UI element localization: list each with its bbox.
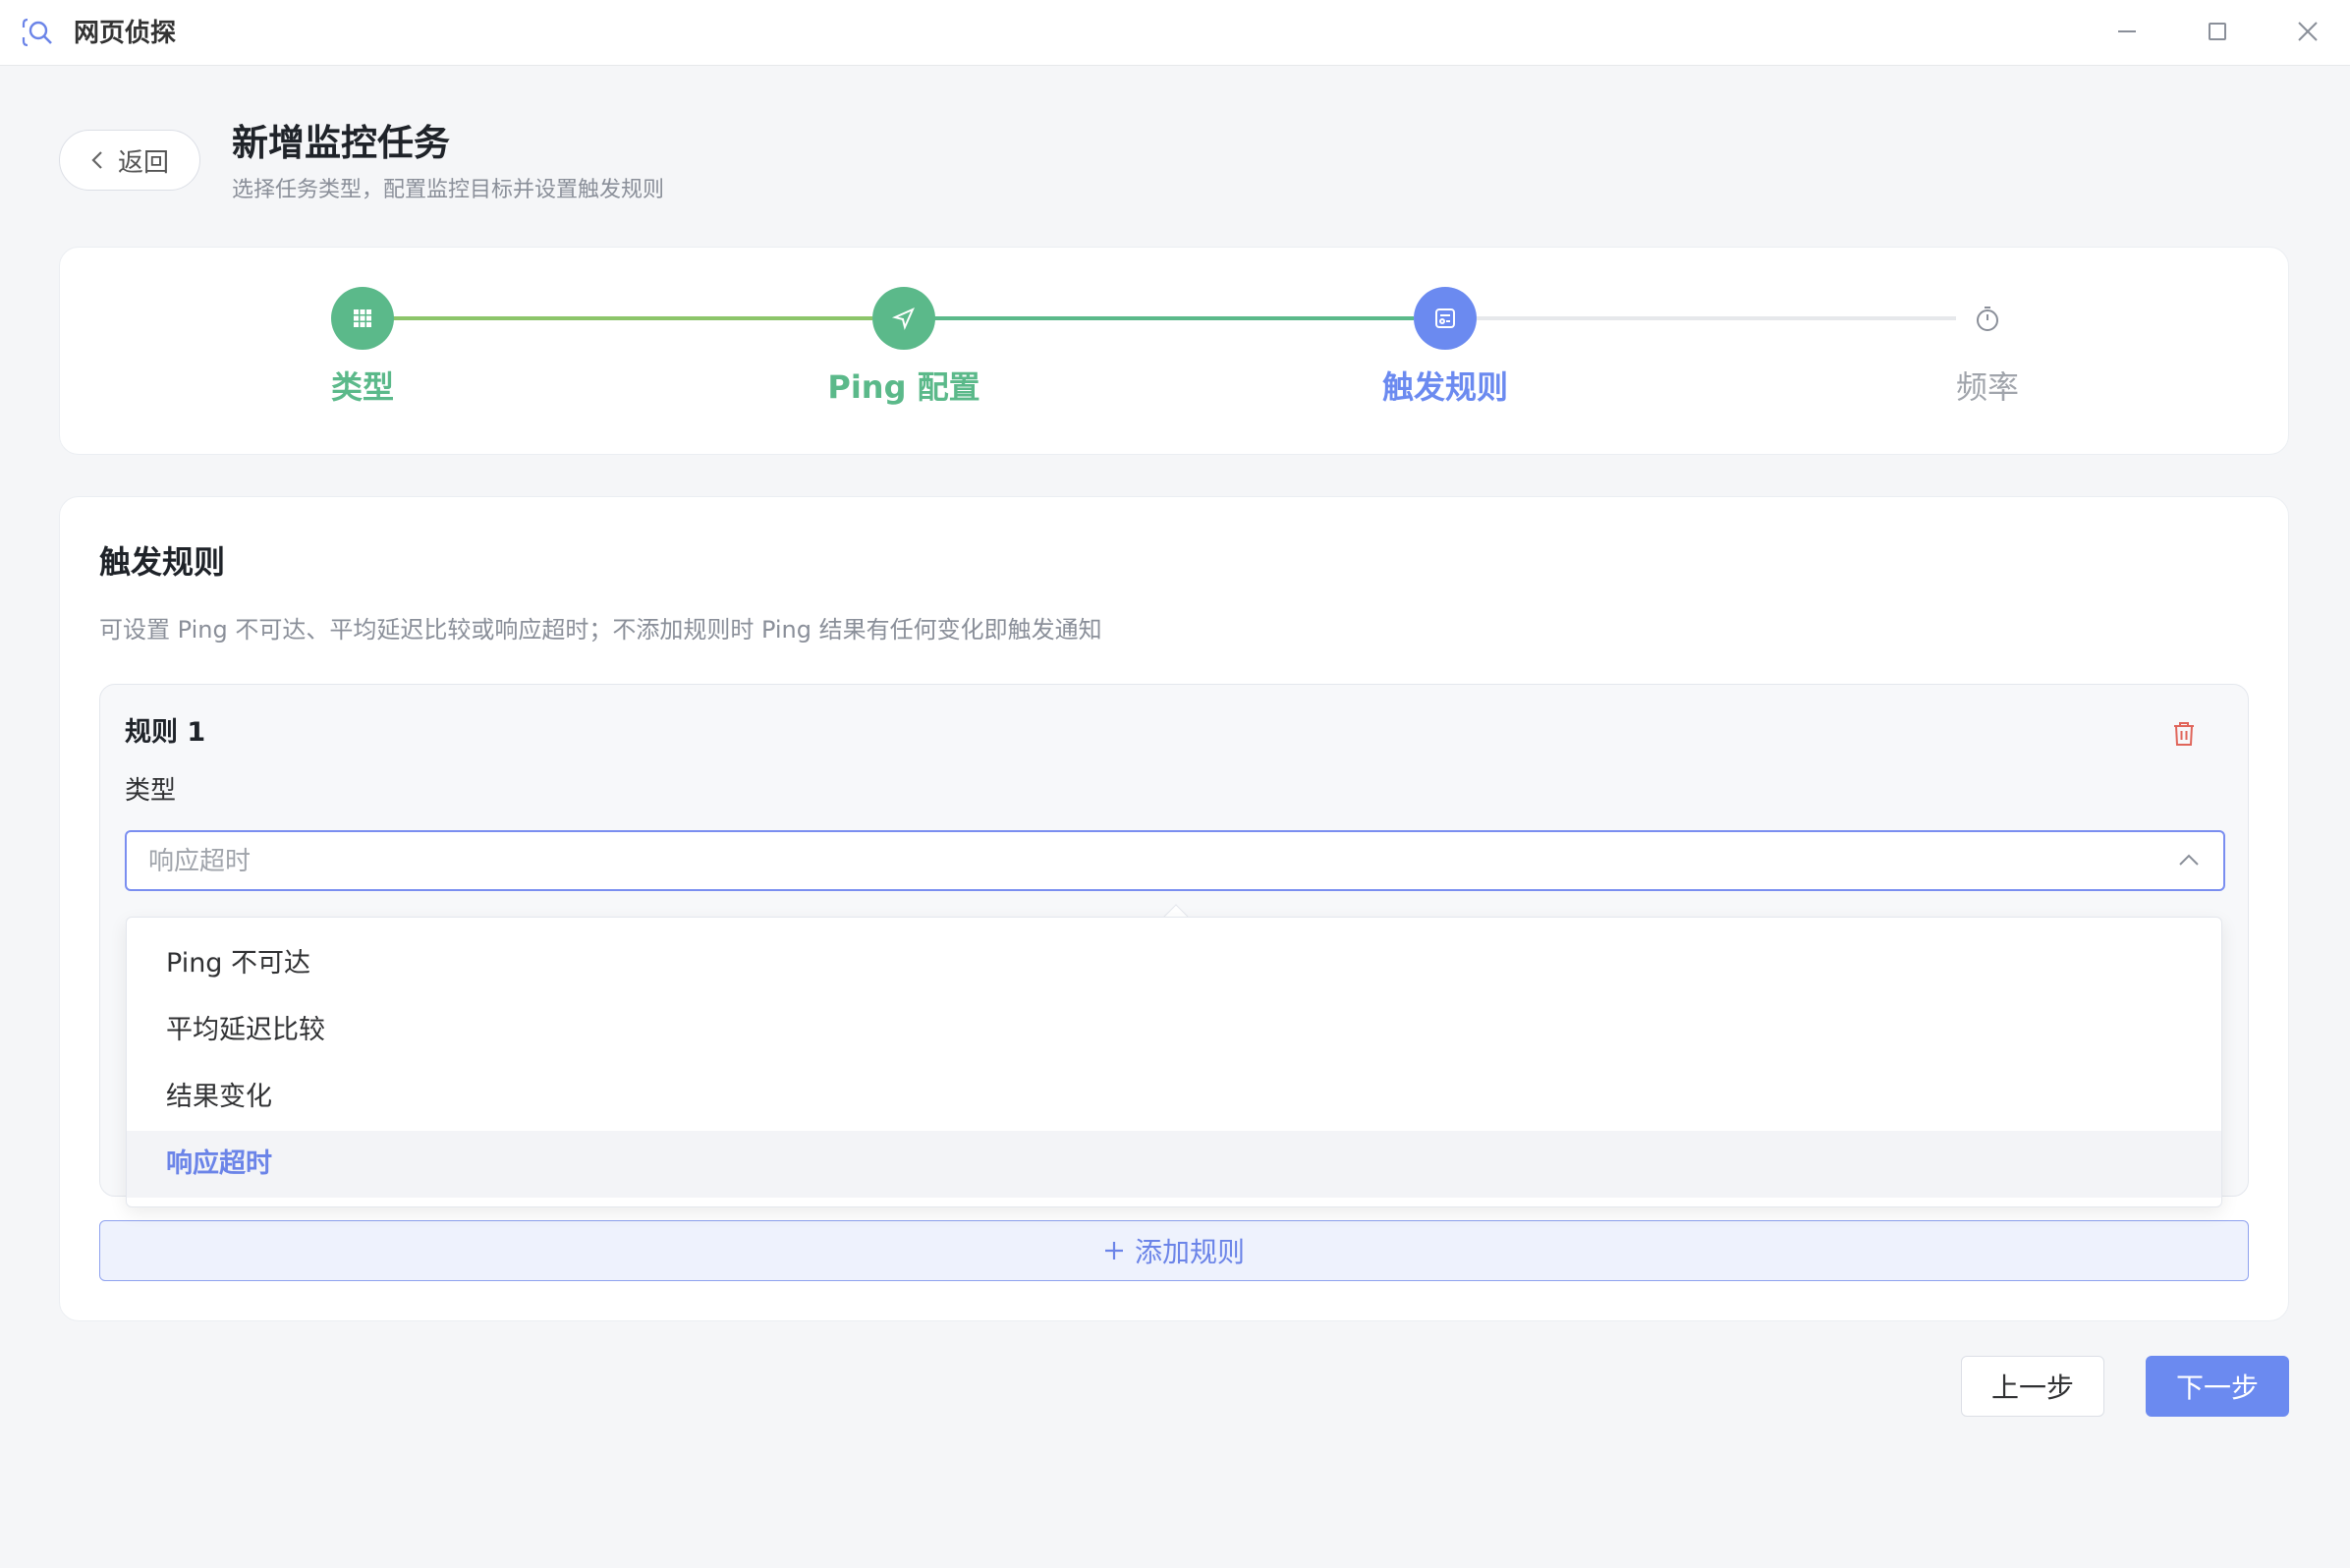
page-subtitle: 选择任务类型，配置监控目标并设置触发规则 — [232, 178, 665, 202]
rule-type-select[interactable]: 响应超时 — [125, 830, 2225, 891]
step-label-trigger-rules: 触发规则 — [1381, 368, 1508, 406]
step-label-ping-config: Ping 配置 — [827, 368, 980, 406]
step-label-type: 类型 — [330, 368, 394, 406]
step-connector-3 — [1443, 316, 1956, 320]
back-button-label: 返回 — [117, 147, 169, 178]
rule-type-select-value: 响应超时 — [148, 847, 252, 876]
step-type[interactable] — [331, 287, 394, 350]
app-logo-icon — [22, 16, 55, 49]
window-title: 网页侦探 — [74, 19, 177, 48]
title-bar: 网页侦探 — [0, 0, 2350, 66]
close-icon[interactable] — [2286, 12, 2329, 51]
rule-type-dropdown: Ping 不可达 平均延迟比较 结果变化 响应超时 — [126, 917, 2222, 1207]
dropdown-option-response-timeout[interactable]: 响应超时 — [127, 1131, 2221, 1198]
dropdown-option-ping-unreachable[interactable]: Ping 不可达 — [127, 930, 2221, 997]
step-frequency[interactable] — [1956, 287, 2019, 350]
dropdown-option-result-change[interactable]: 结果变化 — [127, 1064, 2221, 1131]
add-rule-button[interactable]: 添加规则 — [99, 1220, 2249, 1281]
dropdown-option-avg-latency[interactable]: 平均延迟比较 — [127, 997, 2221, 1064]
step-trigger-rules[interactable] — [1414, 287, 1477, 350]
rule-type-label: 类型 — [125, 776, 177, 806]
prev-step-button[interactable]: 上一步 — [1961, 1356, 2104, 1417]
step-ping-config[interactable] — [872, 287, 935, 350]
chevron-left-icon — [91, 151, 102, 169]
chevron-up-icon — [2178, 852, 2200, 870]
section-description: 可设置 Ping 不可达、平均延迟比较或响应超时；不添加规则时 Ping 结果有… — [99, 616, 1102, 644]
timer-icon — [1977, 307, 1998, 331]
trash-icon[interactable] — [2171, 720, 2197, 748]
section-title: 触发规则 — [99, 543, 226, 581]
steps-card: 类型 Ping 配置 触发规则 频率 — [59, 247, 2289, 455]
step-label-frequency: 频率 — [1955, 368, 2019, 406]
maximize-icon[interactable] — [2196, 12, 2239, 51]
plus-icon — [1104, 1242, 1123, 1260]
grid-icon — [354, 309, 371, 327]
step-connector-2 — [902, 316, 1414, 320]
next-step-button[interactable]: 下一步 — [2146, 1356, 2289, 1417]
add-rule-label: 添加规则 — [1134, 1236, 1245, 1268]
rule-title: 规则 1 — [125, 717, 206, 748]
step-connector-1 — [361, 316, 872, 320]
send-icon — [891, 308, 915, 331]
page-title: 新增监控任务 — [232, 122, 450, 164]
back-button[interactable]: 返回 — [59, 130, 200, 191]
rules-icon — [1435, 308, 1455, 328]
minimize-icon[interactable] — [2105, 12, 2149, 51]
